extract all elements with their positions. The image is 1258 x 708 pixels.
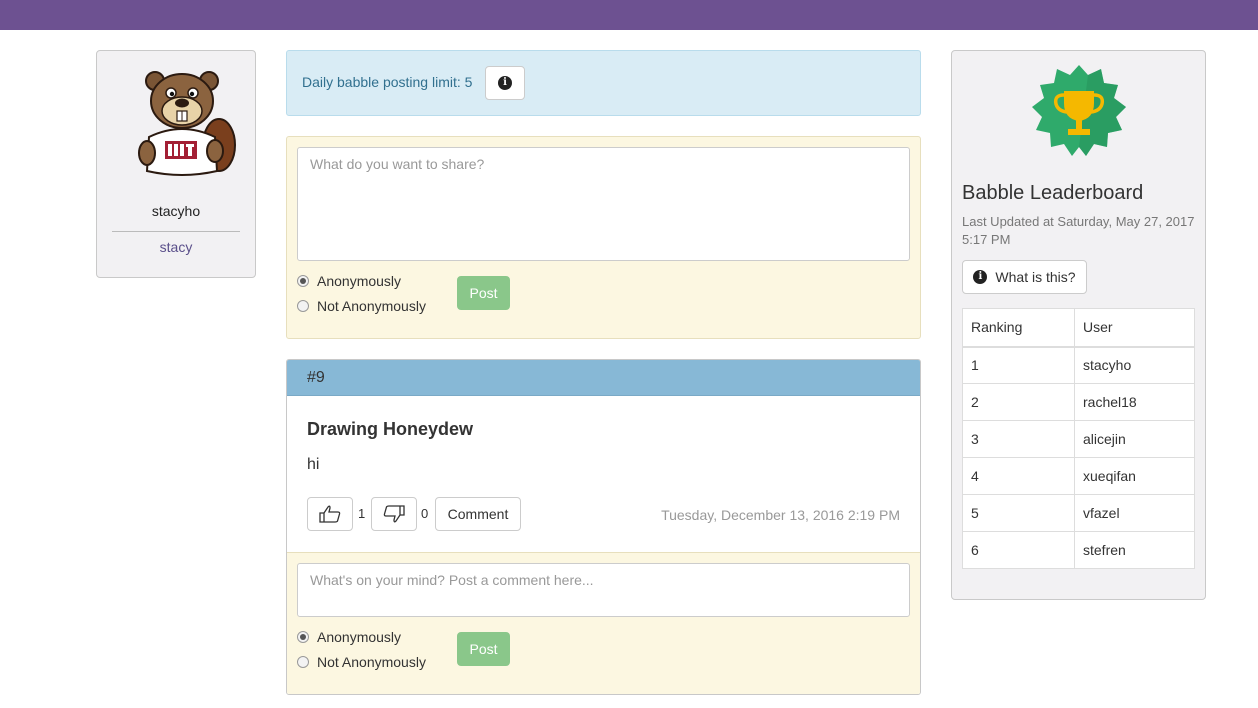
table-row: 3 alicejin xyxy=(962,420,1195,458)
table-row: 2 rachel18 xyxy=(962,383,1195,421)
posting-limit-text: Daily babble posting limit: 5 xyxy=(302,74,473,90)
comment-radio-anonymous[interactable] xyxy=(297,631,309,643)
posting-limit-alert: Daily babble posting limit: 5 i xyxy=(286,50,921,116)
info-icon: i xyxy=(498,76,512,90)
like-button[interactable] xyxy=(307,497,353,531)
user-cell: rachel18 xyxy=(1074,383,1195,421)
like-count: 1 xyxy=(358,506,366,521)
table-row: 4 xueqifan xyxy=(962,457,1195,495)
what-is-this-button[interactable]: i What is this? xyxy=(962,260,1087,294)
compose-anonymous-option[interactable]: Anonymously xyxy=(297,273,401,289)
comment-post-button[interactable]: Post xyxy=(457,632,510,666)
share-textarea[interactable] xyxy=(297,147,910,261)
rank-cell: 2 xyxy=(962,383,1075,421)
table-row: 1 stacyho xyxy=(962,346,1195,384)
user-cell: vfazel xyxy=(1074,494,1195,532)
babble-post-card: #9 Drawing Honeydew hi 1 0 Comment Tuesd… xyxy=(286,359,921,695)
column-header-user: User xyxy=(1074,308,1195,348)
leaderboard-updated: Last Updated at Saturday, May 27, 2017 5… xyxy=(962,214,1195,247)
what-is-this-label: What is this? xyxy=(995,269,1076,285)
comment-not-anonymous-option[interactable]: Not Anonymously xyxy=(297,654,426,670)
leaderboard-table: Ranking User 1 stacyho 2 rachel18 3 aliceji… xyxy=(962,308,1195,569)
comment-anonymous-option[interactable]: Anonymously xyxy=(297,629,401,645)
compose-not-anonymous-option[interactable]: Not Anonymously xyxy=(297,298,426,314)
beaver-mascot-icon xyxy=(138,71,236,176)
comment-button[interactable]: Comment xyxy=(435,497,521,531)
comment-textarea[interactable] xyxy=(297,563,910,617)
column-header-ranking: Ranking xyxy=(962,308,1075,348)
post-title: Drawing Honeydew xyxy=(307,419,474,439)
user-cell: alicejin xyxy=(1074,420,1195,458)
post-header: #9 xyxy=(287,360,920,396)
posting-limit-info-button[interactable]: i xyxy=(485,66,525,100)
radio-not-anonymous[interactable] xyxy=(297,300,309,312)
radio-anonymous[interactable] xyxy=(297,275,309,287)
post-body: hi xyxy=(307,456,320,473)
comment-radio-not-anonymous[interactable] xyxy=(297,656,309,668)
user-cell: xueqifan xyxy=(1074,457,1195,495)
rank-cell: 6 xyxy=(962,531,1075,569)
post-button[interactable]: Post xyxy=(457,276,510,310)
user-cell: stefren xyxy=(1074,531,1195,569)
table-row: 5 vfazel xyxy=(962,494,1195,532)
leaderboard-panel: Babble Leaderboard Last Updated at Satur… xyxy=(951,50,1206,600)
post-timestamp: Tuesday, December 13, 2016 2:19 PM xyxy=(661,507,900,523)
table-row: 6 stefren xyxy=(962,531,1195,569)
thumbs-down-icon xyxy=(383,505,405,523)
profile-nickname-link[interactable]: stacy xyxy=(97,239,255,255)
radio-not-anonymous-label: Not Anonymously xyxy=(317,298,426,314)
info-icon: i xyxy=(973,270,988,284)
compose-babble-panel: Anonymously Not Anonymously Post xyxy=(286,136,921,339)
profile-card: stacyho stacy xyxy=(96,50,256,278)
comment-radio-anonymous-label: Anonymously xyxy=(317,629,402,645)
trophy-icon xyxy=(1032,65,1126,156)
table-header-row: Ranking User xyxy=(962,308,1195,348)
top-navbar xyxy=(0,0,1258,30)
profile-divider xyxy=(112,231,240,232)
rank-cell: 5 xyxy=(962,494,1075,532)
comment-compose-panel: Anonymously Not Anonymously Post xyxy=(287,552,920,694)
rank-cell: 3 xyxy=(962,420,1075,458)
radio-anonymous-label: Anonymously xyxy=(317,273,402,289)
thumbs-up-icon xyxy=(319,505,341,523)
user-cell: stacyho xyxy=(1074,346,1195,384)
rank-cell: 4 xyxy=(962,457,1075,495)
profile-username: stacyho xyxy=(151,203,201,219)
leaderboard-title: Babble Leaderboard xyxy=(962,182,1144,204)
comment-radio-not-anonymous-label: Not Anonymously xyxy=(317,654,426,670)
dislike-count: 0 xyxy=(421,506,429,521)
post-number: #9 xyxy=(307,369,325,386)
dislike-button[interactable] xyxy=(371,497,417,531)
rank-cell: 1 xyxy=(962,346,1075,384)
